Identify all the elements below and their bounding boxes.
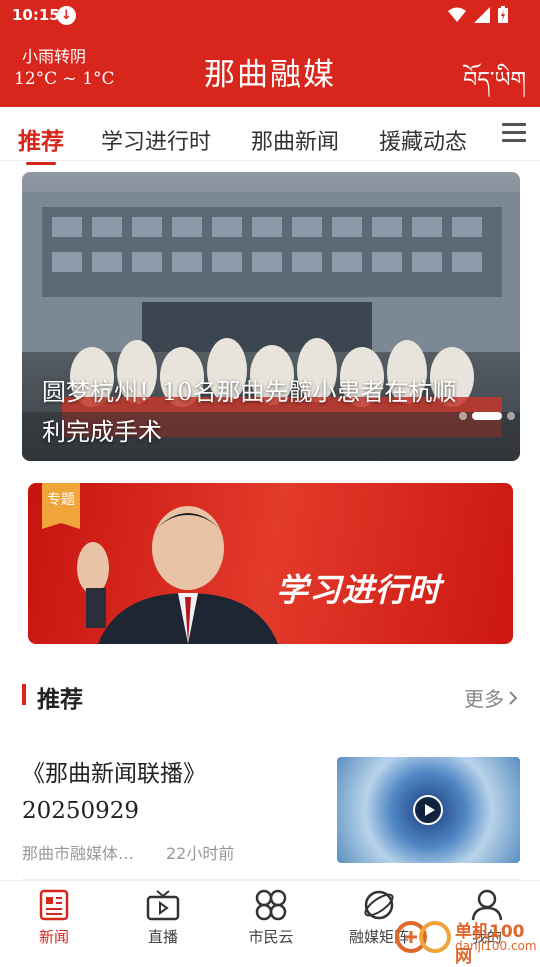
tab-aid-tibet[interactable]: 援藏动态 [379, 124, 467, 156]
news-icon [39, 889, 69, 921]
channel-menu-icon[interactable] [502, 123, 526, 143]
tab-recommend[interactable]: 推荐 [18, 122, 64, 165]
status-icons [448, 6, 508, 23]
battery-icon [498, 6, 508, 23]
banner-title: 学习进行时 [276, 571, 442, 609]
app-title: 那曲融媒 [204, 57, 336, 93]
tab-naqu-news[interactable]: 那曲新闻 [251, 124, 339, 156]
watermark-logo-icon [395, 921, 451, 953]
carousel-dot [459, 412, 467, 420]
more-link[interactable]: 更多 [464, 683, 518, 712]
special-topic-banner[interactable]: 专题 学习进行时 [28, 483, 513, 644]
news-time: 22小时前 [166, 844, 235, 863]
carousel-indicator [459, 412, 515, 420]
tab-study[interactable]: 学习进行时 [101, 124, 211, 156]
section-accent-bar [22, 684, 26, 705]
more-label: 更多 [464, 687, 504, 711]
news-title: 《那曲新闻联播》20250929 [22, 761, 206, 824]
download-icon: ↓ [57, 6, 76, 25]
status-time: 10:15 [12, 6, 60, 24]
orbit-icon [364, 890, 394, 920]
play-icon[interactable] [413, 795, 443, 825]
channel-tabs: 推荐 学习进行时 那曲新闻 援藏动态 [0, 107, 540, 165]
carousel-dot-active [472, 412, 502, 420]
wifi-icon [448, 7, 466, 22]
status-bar: 10:15 ↓ [0, 0, 540, 32]
watermark: 单机100网 danji100.com [393, 913, 540, 967]
nav-citizen-cloud[interactable]: 市民云 [231, 889, 311, 947]
section-title: 推荐 [37, 687, 83, 713]
app-header: 小雨转阴 12°C ~ 1°C 那曲融媒 བོད་ཡིག [0, 32, 540, 107]
carousel-dot [507, 412, 515, 420]
news-list-item[interactable]: 《那曲新闻联播》20250929 那曲市融媒体… 22小时前 [0, 740, 540, 880]
signal-icon [474, 6, 490, 23]
hero-carousel[interactable]: 圆梦杭州！10名那曲先髋小患者在杭顺利完成手术 [22, 172, 520, 461]
grid-icon [255, 889, 287, 921]
watermark-url: danji100.com [455, 939, 537, 953]
chevron-right-icon [509, 690, 518, 705]
tv-icon [146, 890, 180, 921]
hero-caption[interactable]: 圆梦杭州！10名那曲先髋小患者在杭顺利完成手术 [42, 372, 462, 452]
nav-label: 市民云 [248, 928, 294, 946]
news-thumbnail [337, 757, 520, 863]
nav-news[interactable]: 新闻 [14, 889, 94, 947]
portrait-image [77, 506, 278, 644]
nav-label: 新闻 [38, 928, 69, 946]
nav-label: 直播 [147, 928, 178, 946]
nav-live[interactable]: 直播 [123, 889, 203, 947]
topic-badge: 专题 [42, 483, 80, 529]
news-source: 那曲市融媒体… [22, 844, 135, 863]
